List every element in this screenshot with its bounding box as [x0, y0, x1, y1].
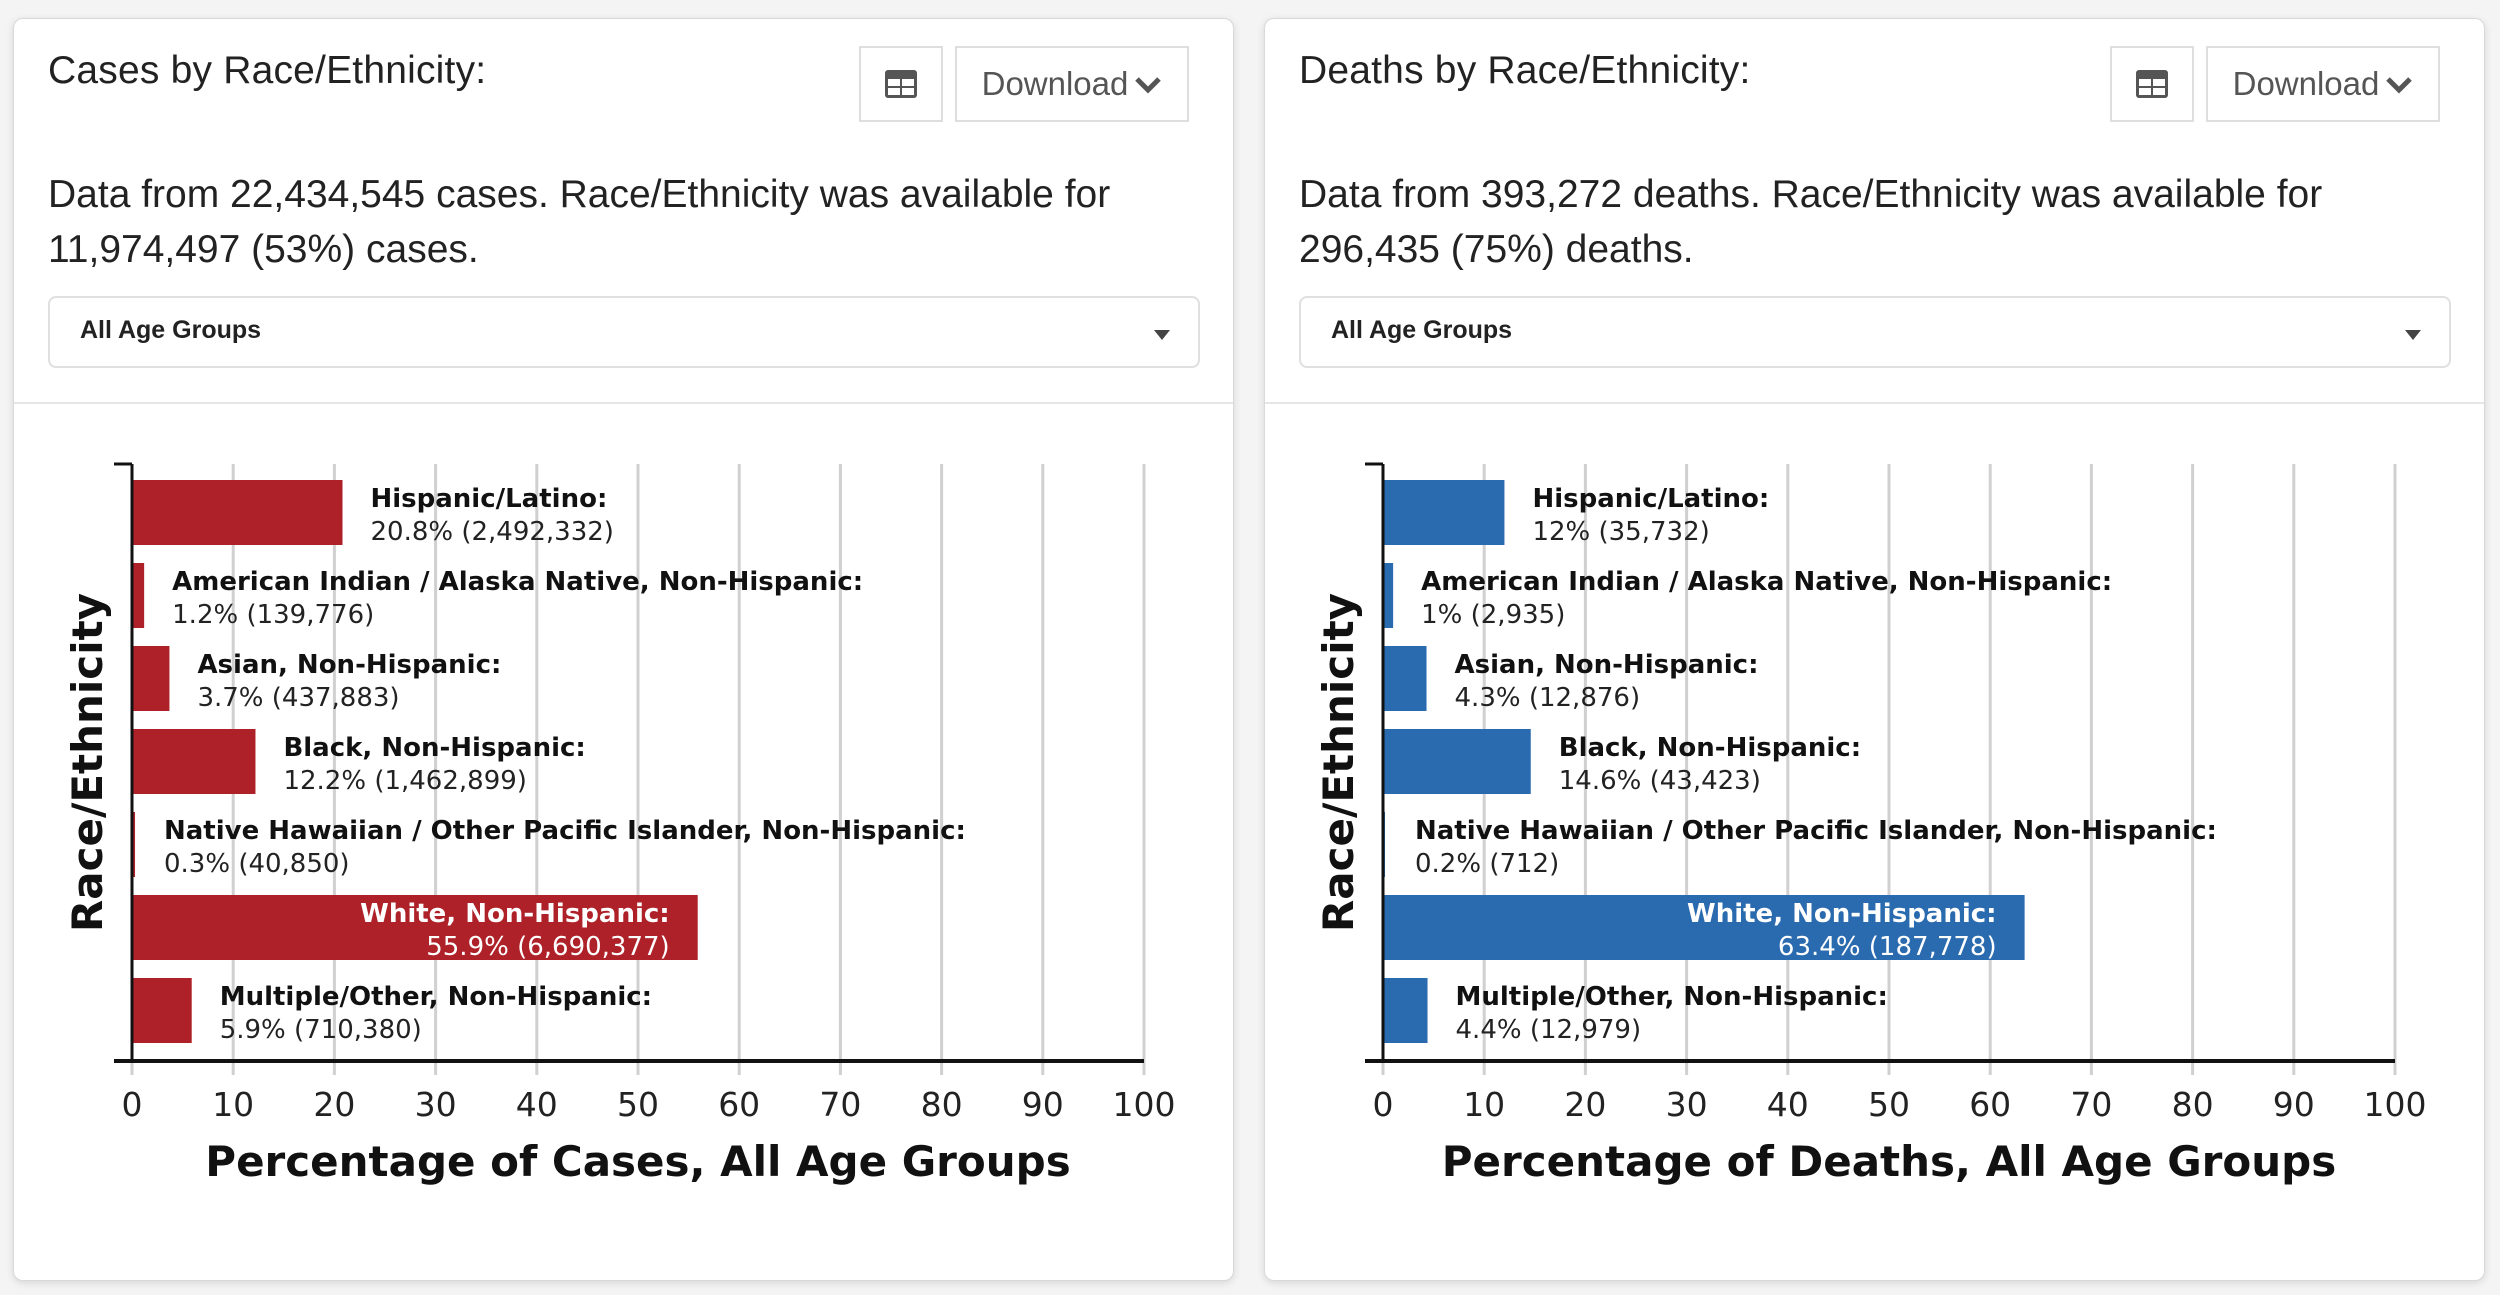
bar-category-label: Native Hawaiian / Other Pacific Islander… — [1415, 816, 2217, 846]
x-tick-label: 60 — [1969, 1085, 2011, 1124]
x-tick-label: 40 — [516, 1085, 558, 1124]
bar-value-label: 4.3% (12,876) — [1455, 683, 1641, 713]
bar-value-label: 63.4% (187,778) — [1778, 932, 1997, 962]
x-tick-label: 30 — [1666, 1085, 1708, 1124]
bar — [1383, 480, 1505, 545]
cases-download-button[interactable]: Download — [955, 46, 1189, 122]
bar-value-label: 20.8% (2,492,332) — [370, 517, 613, 547]
deaths-card: Deaths by Race/Ethnicity: Download Data … — [1264, 18, 2485, 1281]
caret-down-icon — [2405, 330, 2421, 340]
bar — [132, 646, 170, 711]
bar — [132, 563, 145, 628]
deaths-bar-chart: 0 10 20 30 40 50 60 70 80 90 100 Hispanic/Latino:12… — [1314, 462, 2427, 1186]
bar-category-label: Asian, Non-Hispanic: — [1455, 650, 1759, 680]
bar-category-label: American Indian / Alaska Native, Non-His… — [172, 567, 863, 597]
x-tick-label: 60 — [718, 1085, 760, 1124]
x-tick-label: 40 — [1767, 1085, 1809, 1124]
x-tick-label: 90 — [1022, 1085, 1064, 1124]
chevron-down-icon — [2386, 77, 2413, 94]
x-tick-label: 100 — [1113, 1085, 1176, 1124]
cases-title: Cases by Race/Ethnicity: — [48, 49, 487, 92]
y-axis-title: Race/Ethnicity — [63, 593, 112, 932]
select-value: All Age Groups — [1331, 316, 1513, 344]
bar-category-label: Native Hawaiian / Other Pacific Islander… — [164, 816, 966, 846]
cases-card: Cases by Race/Ethnicity: Download Data f… — [13, 18, 1234, 1281]
bar-category-label: American Indian / Alaska Native, Non-His… — [1421, 567, 2112, 597]
x-tick-label: 80 — [921, 1085, 963, 1124]
download-label: Download — [981, 65, 1129, 102]
bar-value-label: 1.2% (139,776) — [172, 600, 374, 630]
bar-category-label: Multiple/Other, Non-Hispanic: — [220, 982, 652, 1012]
x-tick-label: 80 — [2172, 1085, 2214, 1124]
bar — [132, 480, 343, 545]
chevron-down-icon — [1135, 77, 1162, 94]
bar — [1383, 563, 1394, 628]
bar-category-label: Hispanic/Latino: — [1532, 484, 1769, 514]
bar-value-label: 5.9% (710,380) — [220, 1015, 422, 1045]
x-tick-label: 10 — [212, 1085, 254, 1124]
deaths-download-button[interactable]: Download — [2206, 46, 2440, 122]
bar-category-label: Hispanic/Latino: — [370, 484, 607, 514]
cases-age-group-select[interactable]: All Age Groups — [48, 296, 1200, 368]
x-tick-label: 50 — [1868, 1085, 1910, 1124]
bar — [1383, 978, 1428, 1043]
bar-category-label: Black, Non-Hispanic: — [283, 733, 585, 763]
x-axis-title: Percentage of Deaths, All Age Groups — [1442, 1137, 2336, 1186]
bar-value-label: 0.2% (712) — [1415, 849, 1559, 879]
bar-value-label: 12.2% (1,462,899) — [283, 766, 526, 796]
x-tick-label: 0 — [1373, 1085, 1394, 1124]
bar — [132, 978, 192, 1043]
bar — [132, 729, 256, 794]
x-tick-label: 70 — [819, 1085, 861, 1124]
bar-value-label: 55.9% (6,690,377) — [426, 932, 669, 962]
x-tick-label: 0 — [122, 1085, 143, 1124]
deaths-table-view-button[interactable] — [2110, 46, 2194, 122]
x-tick-label: 20 — [313, 1085, 355, 1124]
bar-value-label: 14.6% (43,423) — [1559, 766, 1761, 796]
bar-value-label: 1% (2,935) — [1421, 600, 1565, 630]
cases-table-view-button[interactable] — [859, 46, 943, 122]
bar-value-label: 0.3% (40,850) — [164, 849, 350, 879]
deaths-description: Data from 393,272 deaths. Race/Ethnicity… — [1299, 173, 2323, 271]
x-axis-title: Percentage of Cases, All Age Groups — [205, 1137, 1070, 1186]
x-tick-label: 20 — [1564, 1085, 1606, 1124]
x-tick-label: 70 — [2070, 1085, 2112, 1124]
x-tick-label: 50 — [617, 1085, 659, 1124]
table-icon — [885, 70, 917, 98]
bar-category-label: Multiple/Other, Non-Hispanic: — [1456, 982, 1888, 1012]
x-tick-label: 10 — [1463, 1085, 1505, 1124]
cases-description: Data from 22,434,545 cases. Race/Ethnici… — [48, 173, 1111, 271]
bar-category-label: White, Non-Hispanic: — [1687, 899, 1997, 929]
bar-value-label: 4.4% (12,979) — [1456, 1015, 1642, 1045]
table-icon — [2136, 70, 2168, 98]
bar-category-label: Asian, Non-Hispanic: — [197, 650, 501, 680]
x-tick-label: 90 — [2273, 1085, 2315, 1124]
bar-value-label: 12% (35,732) — [1532, 517, 1709, 547]
deaths-chart: 0 10 20 30 40 50 60 70 80 90 100 Hispanic/Latino: 12… — [1265, 404, 2484, 1280]
deaths-age-group-select[interactable]: All Age Groups — [1299, 296, 2451, 368]
y-axis-title: Race/Ethnicity — [1314, 593, 1363, 932]
x-tick-label: 30 — [415, 1085, 457, 1124]
bar-value-label: 3.7% (437,883) — [197, 683, 399, 713]
bar-category-label: White, Non-Hispanic: — [360, 899, 670, 929]
deaths-title: Deaths by Race/Ethnicity: — [1299, 49, 1751, 92]
bar — [1383, 646, 1427, 711]
bar — [1383, 729, 1531, 794]
download-label: Download — [2232, 65, 2380, 102]
cases-chart: 0 10 20 30 40 50 60 70 80 90 100 Hispanic/Latino: 20… — [14, 404, 1233, 1280]
x-tick-label: 100 — [2364, 1085, 2427, 1124]
select-value: All Age Groups — [80, 316, 262, 344]
bar-category-label: Black, Non-Hispanic: — [1559, 733, 1861, 763]
caret-down-icon — [1154, 330, 1170, 340]
cases-bar-chart: 0 10 20 30 40 50 60 70 80 90 100 Hispanic/Latino:20… — [63, 462, 1176, 1186]
